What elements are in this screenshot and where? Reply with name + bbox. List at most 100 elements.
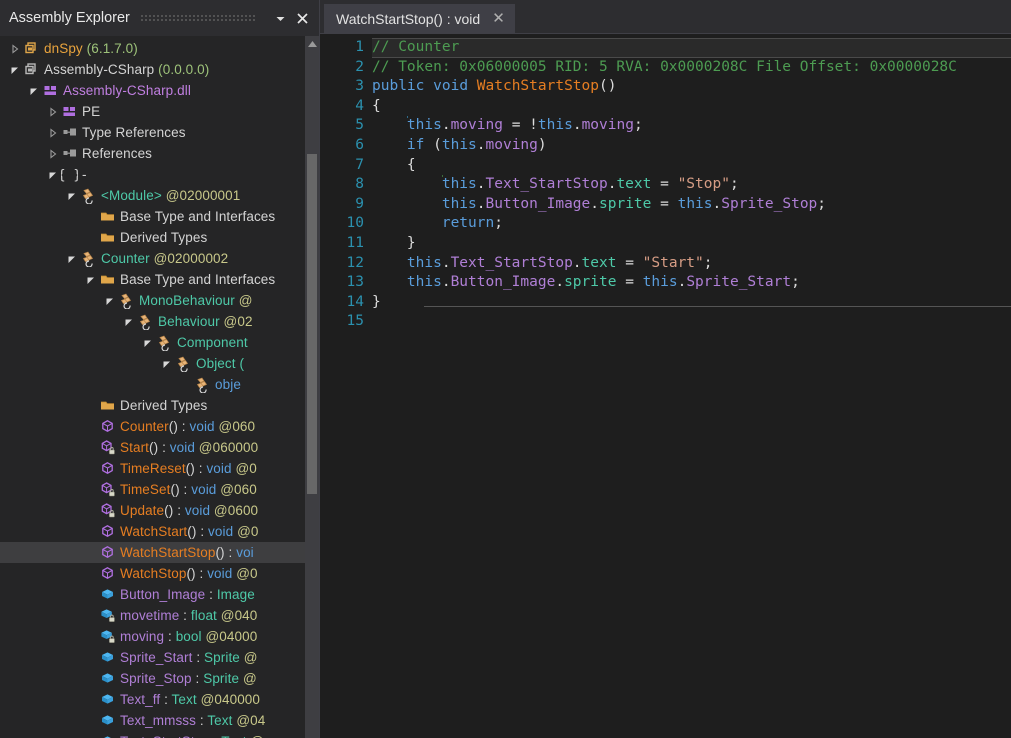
tree-expander-collapsed-icon[interactable] — [46, 143, 60, 164]
tree-item[interactable]: WatchStartStop() : voi — [0, 542, 305, 563]
tree-expander-expanded-icon[interactable] — [84, 269, 98, 290]
tree-item[interactable]: Derived Types — [0, 395, 305, 416]
line-number: 13 — [346, 274, 364, 291]
tree-item[interactable]: Assembly-CSharp.dll — [0, 80, 305, 101]
tree-expander-expanded-icon[interactable] — [141, 332, 155, 353]
tree-item[interactable]: Base Type and Interfaces — [0, 269, 305, 290]
tree-item[interactable]: PE — [0, 101, 305, 122]
assembly-tree-scrollbar[interactable] — [305, 36, 319, 738]
tree-item[interactable]: Assembly-CSharp (0.0.0.0) — [0, 59, 305, 80]
tree-item[interactable]: Counter() : void @060 — [0, 416, 305, 437]
code-line[interactable]: // Token: 0x06000005 RID: 5 RVA: 0x00002… — [372, 58, 1011, 78]
assembly-explorer-panel: Assembly Explorer dnSpy (6.1.7.0) Assembl… — [0, 0, 320, 738]
code-line[interactable]: { — [372, 97, 1011, 117]
tab-label: WatchStartStop() : void — [336, 10, 481, 27]
code-line[interactable]: this.moving = !this.moving; — [372, 116, 1011, 136]
tree-item-label: Counter @02000002 — [101, 251, 229, 266]
tree-item[interactable]: Component — [0, 332, 305, 353]
tab-close-icon[interactable]: ✕ — [490, 11, 507, 26]
tree-item[interactable]: Text_ff : Text @040000 — [0, 689, 305, 710]
tree-item[interactable]: Base Type and Interfaces — [0, 206, 305, 227]
tree-item[interactable]: Behaviour @02 — [0, 311, 305, 332]
tree-expander-collapsed-icon[interactable] — [46, 122, 60, 143]
code-line[interactable]: if (this.moving) — [372, 136, 1011, 156]
code-line[interactable]: return; — [372, 214, 1011, 234]
tree-item[interactable]: Type References — [0, 122, 305, 143]
tree-expander-expanded-icon[interactable] — [27, 80, 41, 101]
tree-item[interactable]: moving : bool @04000 — [0, 626, 305, 647]
tree-item-label: - — [82, 167, 87, 182]
tree-item[interactable]: <Module> @02000001 — [0, 185, 305, 206]
tree-item[interactable]: Text_StartStop : Text @ — [0, 731, 305, 738]
tree-item[interactable]: movetime : float @040 — [0, 605, 305, 626]
code-line[interactable] — [372, 312, 1011, 332]
code-line[interactable]: } — [372, 293, 1011, 313]
tree-item[interactable]: Object ( — [0, 353, 305, 374]
tree-expander-expanded-icon[interactable] — [65, 248, 79, 269]
tree-expander-expanded-icon[interactable] — [160, 353, 174, 374]
tree-item[interactable]: dnSpy (6.1.7.0) — [0, 38, 305, 59]
tab-strip: WatchStartStop() : void ✕ — [320, 0, 1011, 33]
code-editor[interactable]: 1 2 3 4 5 6 7 8 9 10 11 12 13 14 15 // Counter// Token… — [320, 33, 1011, 738]
code-line[interactable]: public void WatchStartStop() — [372, 77, 1011, 97]
line-number: 2 — [355, 58, 364, 75]
scroll-up-arrow-icon[interactable] — [305, 36, 319, 52]
tree-expander-collapsed-icon[interactable] — [8, 38, 22, 59]
class-icon — [136, 312, 155, 331]
panel-drag-handle[interactable] — [138, 12, 261, 24]
tree-item[interactable]: Sprite_Stop : Sprite @ — [0, 668, 305, 689]
tree-item[interactable]: TimeSet() : void @060 — [0, 479, 305, 500]
tree-item[interactable]: TimeReset() : void @0 — [0, 458, 305, 479]
tree-expander-none-icon — [84, 584, 98, 605]
tree-item[interactable]: Update() : void @0600 — [0, 500, 305, 521]
tree-expander-expanded-icon[interactable] — [65, 185, 79, 206]
tree-item[interactable]: MonoBehaviour @ — [0, 290, 305, 311]
tree-item[interactable]: WatchStop() : void @0 — [0, 563, 305, 584]
method-lock-icon — [98, 438, 117, 457]
tree-item[interactable]: Start() : void @060000 — [0, 437, 305, 458]
tree-expander-collapsed-icon[interactable] — [46, 101, 60, 122]
code-lines[interactable]: // Counter// Token: 0x06000005 RID: 5 RV… — [372, 38, 1011, 332]
assembly-tree-container[interactable]: dnSpy (6.1.7.0) Assembly-CSharp (0.0.0.0)… — [0, 36, 319, 738]
scrollbar-thumb[interactable] — [307, 154, 317, 494]
line-number-gutter: 1 2 3 4 5 6 7 8 9 10 11 12 13 14 15 — [320, 34, 372, 738]
code-line[interactable]: this.Button_Image.sprite = this.Sprite_S… — [372, 273, 1011, 293]
chevron-down-icon[interactable] — [269, 6, 291, 30]
tab-watchstartstop[interactable]: WatchStartStop() : void ✕ — [324, 4, 515, 33]
code-line[interactable]: this.Button_Image.sprite = this.Sprite_S… — [372, 195, 1011, 215]
tree-item-label: Update() : void @0600 — [120, 503, 259, 518]
method-icon — [98, 522, 117, 541]
tree-expander-expanded-icon[interactable] — [122, 311, 136, 332]
panel-title: Assembly Explorer — [9, 10, 130, 26]
tree-item[interactable]: Text_mmsss : Text @04 — [0, 710, 305, 731]
tree-item-label: Start() : void @060000 — [120, 440, 259, 455]
tree-item[interactable]: References — [0, 143, 305, 164]
svg-text:{ }: { } — [61, 168, 78, 183]
tree-item[interactable]: Button_Image : Image — [0, 584, 305, 605]
close-icon[interactable] — [291, 6, 313, 30]
code-line[interactable]: { — [372, 156, 1011, 176]
line-number: 10 — [346, 215, 364, 232]
code-content[interactable]: // Counter// Token: 0x06000005 RID: 5 RV… — [372, 34, 1011, 738]
tree-item-label: References — [82, 146, 153, 161]
tree-expander-expanded-icon[interactable] — [8, 59, 22, 80]
tree-item[interactable]: Counter @02000002 — [0, 248, 305, 269]
code-line[interactable]: this.Text_StartStop.text = "Start"; — [372, 254, 1011, 274]
code-line[interactable]: this.Text_StartStop.text = "Stop"; — [372, 175, 1011, 195]
tree-item[interactable]: Sprite_Start : Sprite @ — [0, 647, 305, 668]
tree-expander-expanded-icon[interactable] — [46, 164, 60, 185]
assembly-tree[interactable]: dnSpy (6.1.7.0) Assembly-CSharp (0.0.0.0)… — [0, 36, 305, 738]
line-number: 1 — [355, 39, 364, 55]
tree-expander-expanded-icon[interactable] — [103, 290, 117, 311]
tree-item[interactable]: WatchStart() : void @0 — [0, 521, 305, 542]
tree-item[interactable]: Derived Types — [0, 227, 305, 248]
tree-item[interactable]: { }- — [0, 164, 305, 185]
code-line[interactable]: // Counter — [372, 38, 1011, 58]
tree-item[interactable]: obje — [0, 374, 305, 395]
code-line[interactable]: } — [372, 234, 1011, 254]
line-number: 12 — [346, 254, 364, 271]
